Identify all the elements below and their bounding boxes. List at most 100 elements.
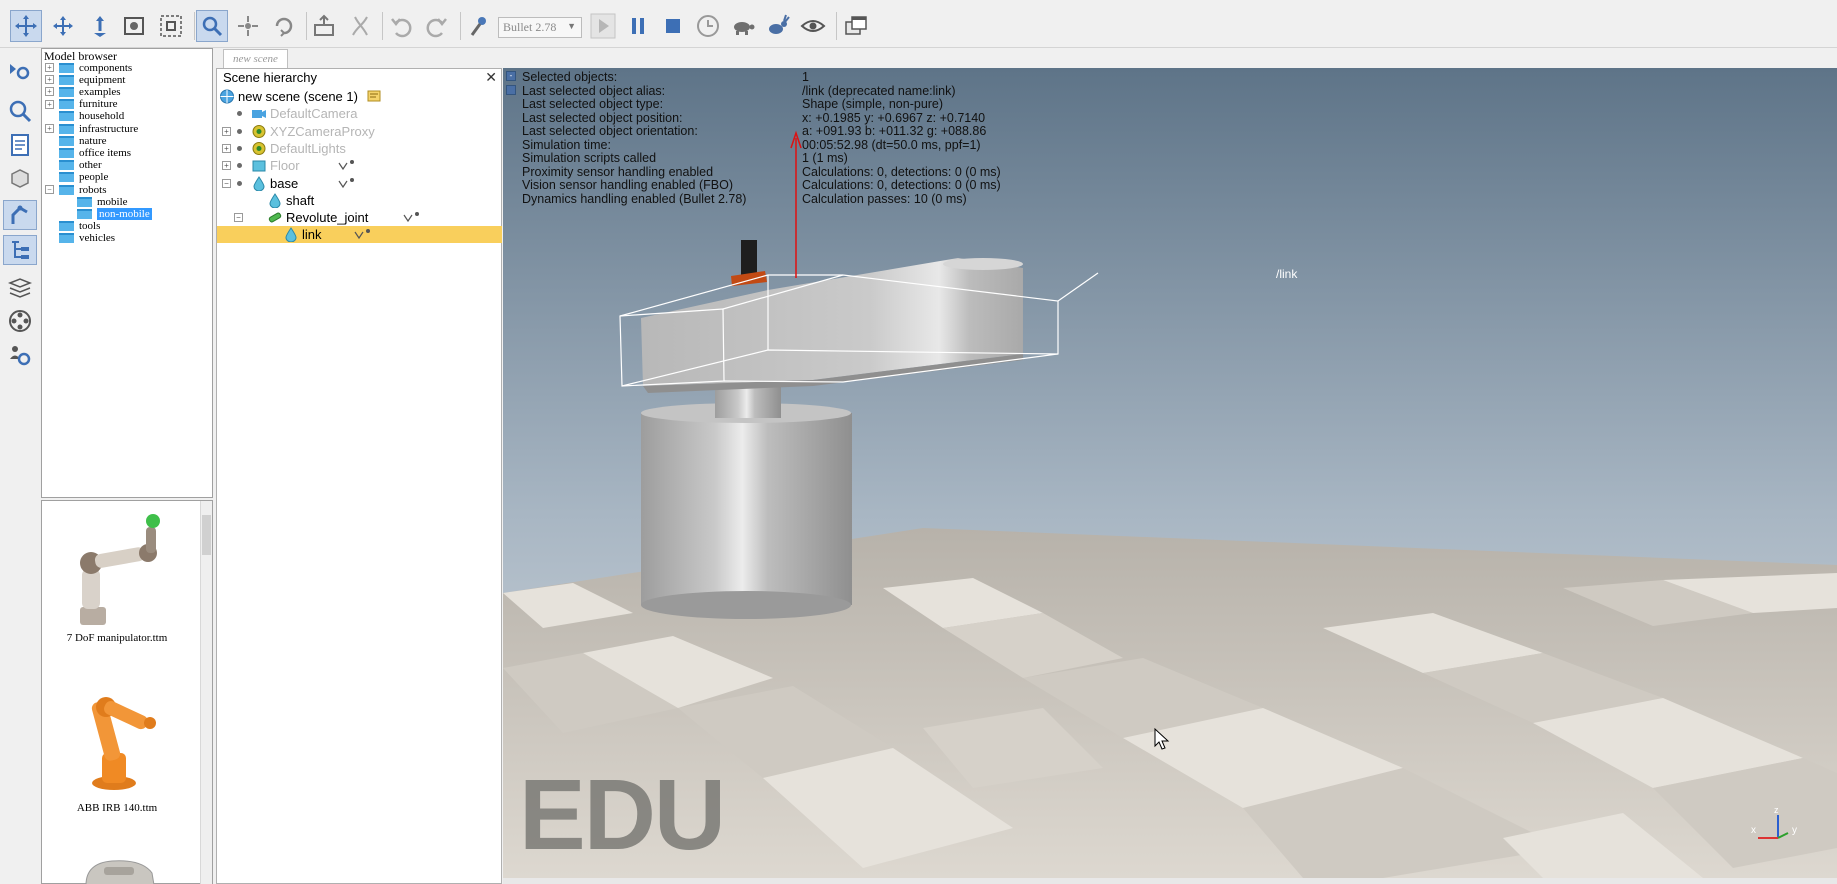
model-folder-furniture[interactable]: + furniture (45, 98, 117, 111)
model-folder-vehicles[interactable]: vehicles (45, 232, 115, 245)
scene-object-Floor[interactable]: + Floor (217, 157, 502, 174)
model-browser-toggle[interactable] (3, 200, 37, 230)
close-icon[interactable]: ✕ (485, 69, 497, 86)
model-folder-non-mobile[interactable]: non-mobile (77, 207, 152, 220)
scene-object-base[interactable]: − base (217, 175, 502, 192)
video-recorder-button[interactable] (3, 306, 37, 336)
assemble-button[interactable] (308, 10, 340, 42)
undo-button[interactable] (385, 10, 417, 42)
scene-object-link[interactable]: link (217, 226, 502, 244)
scene-object-new-scene-scene-1[interactable]: new scene (scene 1) (217, 88, 502, 105)
expand-icon[interactable]: + (45, 124, 54, 133)
visibility-dot-icon[interactable] (237, 128, 242, 134)
collapse-icon[interactable]: − (45, 185, 54, 194)
expand-icon[interactable]: + (222, 143, 231, 153)
redo-button[interactable] (421, 10, 453, 42)
object-rotate-button[interactable] (47, 10, 79, 42)
collapse-icon[interactable]: − (234, 213, 243, 223)
model-thumbnail-partial[interactable] (82, 853, 162, 884)
layers-icon (7, 278, 33, 298)
visibility-dot-icon[interactable] (237, 180, 242, 186)
visibility-dot-icon[interactable] (237, 111, 242, 117)
expand-icon[interactable]: + (222, 126, 231, 136)
folder-icon (59, 74, 74, 85)
camera-pan-button[interactable] (84, 10, 116, 42)
scene-object-DefaultCamera[interactable]: DefaultCamera (217, 105, 502, 122)
transfer-dna-button[interactable] (344, 10, 376, 42)
slow-down-button[interactable] (727, 10, 759, 42)
expand-icon[interactable]: + (45, 75, 54, 85)
shape-compound-icon (251, 158, 267, 173)
user-settings-button[interactable] (3, 340, 37, 370)
object-rotate-obj-button[interactable] (268, 10, 300, 42)
model-folder-equipment[interactable]: + equipment (45, 73, 125, 86)
object-translate-button[interactable] (232, 10, 264, 42)
model-browser-panel: Model browser + components + equipment + exam… (41, 48, 213, 498)
axis-y-label: y (1792, 825, 1797, 836)
script-icon[interactable] (402, 211, 422, 226)
layers-button[interactable] (3, 272, 37, 302)
expand-icon[interactable]: + (45, 63, 54, 72)
main-script-icon[interactable] (367, 90, 381, 105)
calculation-modules-button[interactable] (3, 96, 37, 126)
scene-object-Revolute_joint[interactable]: − Revolute_joint (217, 209, 502, 226)
script-icon[interactable] (337, 177, 357, 192)
start-simulation-button[interactable] (587, 10, 619, 42)
folder-icon (59, 123, 74, 134)
folder-label: robots (79, 183, 107, 196)
object-shift-button[interactable] (10, 10, 42, 42)
scene-object-DefaultLights[interactable]: + DefaultLights (217, 140, 502, 157)
tab-new-scene[interactable]: new scene (223, 49, 288, 68)
model-thumbnail-7dof[interactable] (60, 507, 170, 632)
camera-fit-button[interactable] (118, 10, 150, 42)
folder-label: components (79, 61, 133, 74)
collapse-icon[interactable]: − (222, 178, 231, 188)
model-thumbnail-abb-irb-140[interactable] (64, 671, 174, 796)
folder-icon (59, 62, 74, 73)
model-folder-household[interactable]: household (45, 110, 124, 123)
shape-edit-button[interactable] (3, 163, 37, 193)
toggle-visualization-button[interactable] (797, 10, 829, 42)
model-folder-components[interactable]: + components (45, 61, 132, 74)
simulation-settings-button[interactable] (3, 57, 37, 87)
toolbar-separator (382, 12, 383, 40)
click-select-button[interactable] (196, 10, 228, 42)
pause-simulation-button[interactable] (622, 10, 654, 42)
scene-object-shaft[interactable]: shaft (217, 192, 502, 209)
speed-up-button[interactable] (762, 10, 794, 42)
dynamics-settings-button[interactable] (463, 10, 495, 42)
script-icon[interactable] (337, 159, 357, 174)
model-folder-people[interactable]: people (45, 171, 108, 184)
expand-icon[interactable]: + (45, 87, 54, 97)
stop-simulation-button[interactable] (657, 10, 689, 42)
physics-engine-value: Bullet 2.78 (503, 20, 557, 34)
model-folder-other[interactable]: other (45, 159, 102, 172)
scripts-button[interactable] (3, 130, 37, 160)
model-folder-infrastructure[interactable]: + infrastructure (45, 122, 138, 135)
model-folder-robots[interactable]: − robots (45, 183, 107, 196)
model-folder-tools[interactable]: tools (45, 220, 100, 233)
scene-viewport[interactable]: z x y - Selected objects: 1 Last selected … (503, 68, 1837, 878)
realtime-mode-button[interactable] (692, 10, 724, 42)
physics-engine-select[interactable]: Bullet 2.78 ▼ (498, 17, 582, 38)
expand-icon[interactable]: + (45, 99, 54, 109)
camera-zoom-region-button[interactable] (155, 10, 187, 42)
model-folder-office-items[interactable]: office items (45, 146, 131, 159)
model-folder-mobile[interactable]: mobile (77, 195, 128, 208)
scene-object-XYZCameraProxy[interactable]: + XYZCameraProxy (217, 123, 502, 140)
model-folder-nature[interactable]: nature (45, 134, 106, 147)
camera-icon (251, 106, 267, 121)
expand-icon[interactable]: + (222, 161, 231, 171)
scrollbar-thumb[interactable] (202, 515, 211, 555)
visibility-dot-icon[interactable] (237, 163, 242, 169)
toolbar-separator (460, 12, 461, 40)
model-folder-examples[interactable]: + examples (45, 85, 121, 98)
scene-hierarchy-toggle[interactable] (3, 235, 37, 265)
scene-views-button[interactable] (840, 10, 872, 42)
dynamics-icon (470, 17, 486, 36)
script-icon[interactable] (353, 228, 373, 243)
visibility-dot-icon[interactable] (237, 145, 242, 151)
thumbnails-scrollbar[interactable] (200, 501, 212, 884)
